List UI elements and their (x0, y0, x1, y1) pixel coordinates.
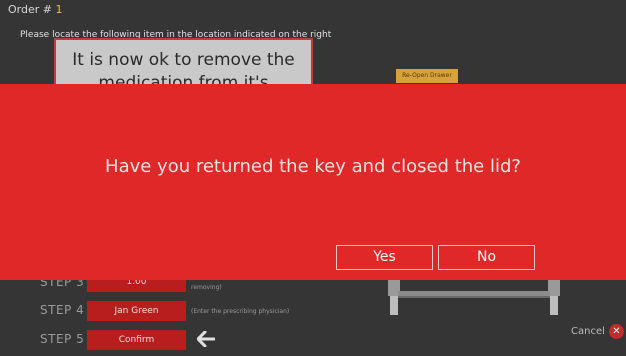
order-label: Order # (8, 3, 52, 16)
step-5-confirm-button[interactable]: Confirm (87, 330, 186, 350)
dialog-question: Have you returned the key and closed the… (105, 156, 521, 177)
yes-button[interactable]: Yes (336, 245, 433, 270)
order-header: Order # 1 (8, 3, 62, 16)
step-3-hint: removing) (191, 284, 222, 291)
step-4-physician-button[interactable]: Jan Green (87, 301, 186, 321)
reopen-drawer-button[interactable]: Re-Open Drawer (396, 69, 458, 83)
cancel-label[interactable]: Cancel (571, 326, 605, 337)
left-arrow-icon[interactable] (197, 331, 215, 347)
step-5-label: STEP 5 (40, 332, 85, 346)
close-icon[interactable]: ✕ (609, 324, 624, 339)
order-number: 1 (55, 3, 63, 16)
confirmation-dialog: Have you returned the key and closed the… (0, 84, 626, 280)
notice-box: It is now ok to remove the medication fr… (54, 38, 313, 88)
step-4-label: STEP 4 (40, 303, 85, 317)
cabinet-illustration (388, 275, 560, 315)
step-4-hint: (Enter the prescribing physician) (191, 308, 290, 315)
no-button[interactable]: No (438, 245, 535, 270)
